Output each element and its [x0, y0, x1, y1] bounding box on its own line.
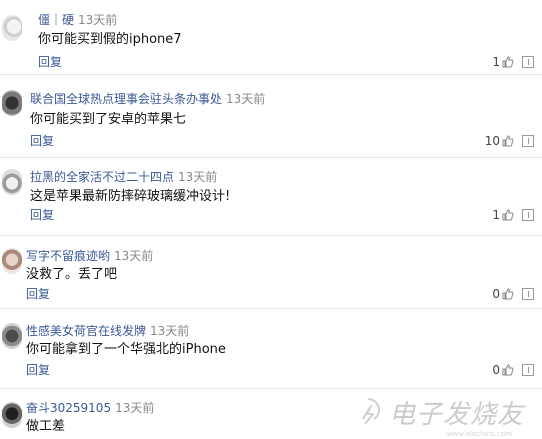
comment-text: 你可能拿到了一个华强北的iPhone: [26, 342, 226, 357]
avatar[interactable]: [2, 402, 22, 428]
comment-item: 拉黑的全家活不过二十四点 13天前 这是苹果最新防摔碎玻璃缓冲设计! 回复 1: [0, 157, 542, 236]
report-icon[interactable]: [522, 364, 534, 376]
like-button[interactable]: 1: [492, 207, 514, 223]
report-icon[interactable]: [522, 135, 534, 147]
reply-button[interactable]: 回复: [38, 54, 62, 70]
watermark-url: www.elecfans.com: [446, 430, 512, 438]
comment-text: 做工差: [26, 419, 66, 434]
like-count: 0: [492, 287, 500, 301]
comment-meta: 写字不留痕迹哟 13天前: [26, 248, 153, 264]
comment-text: 你可能买到了安卓的苹果七: [30, 112, 187, 127]
comment-text: 这是苹果最新防摔碎玻璃缓冲设计!: [30, 189, 231, 204]
comment-text: 没救了。丢了吧: [26, 267, 118, 282]
comment-item: 写字不留痕迹哟 13天前 没救了。丢了吧 回复 0: [0, 235, 542, 309]
comment-item: 性感美女荷官在线发牌 13天前 你可能拿到了一个华强北的iPhone 回复 0: [0, 308, 542, 389]
username[interactable]: 性感美女荷官在线发牌: [26, 324, 146, 338]
username[interactable]: 拉黑的全家活不过二十四点: [30, 170, 174, 184]
comment-meta: 联合国全球热点理事会驻头条办事处 13天前: [30, 91, 265, 107]
report-icon[interactable]: [522, 288, 534, 300]
like-count: 0: [492, 363, 500, 377]
like-count: 10: [484, 134, 500, 148]
comment-meta: 拉黑的全家活不过二十四点 13天前: [30, 169, 217, 185]
thumbs-up-icon: [502, 209, 514, 221]
username[interactable]: 写字不留痕迹哟: [26, 249, 110, 263]
reply-button[interactable]: 回复: [26, 362, 50, 378]
comment-meta: 奋斗30259105 13天前: [26, 400, 154, 416]
comment-item: 僵｜硬 13天前 你可能买到假的iphone7 回复 1: [0, 0, 542, 75]
timestamp: 13天前: [226, 92, 266, 106]
timestamp: 13天前: [150, 324, 190, 338]
report-icon[interactable]: [522, 56, 534, 68]
username[interactable]: 奋斗30259105: [26, 401, 111, 415]
username[interactable]: 僵｜硬: [38, 13, 74, 27]
reply-button[interactable]: 回复: [30, 133, 54, 149]
thumbs-up-icon: [502, 364, 514, 376]
avatar[interactable]: [2, 15, 22, 41]
like-button[interactable]: 0: [492, 286, 514, 302]
avatar[interactable]: [2, 90, 22, 116]
thumbs-up-icon: [502, 56, 514, 68]
thumbs-up-icon: [502, 135, 514, 147]
like-count: 1: [492, 55, 500, 69]
timestamp: 13天前: [115, 401, 155, 415]
comment-meta: 性感美女荷官在线发牌 13天前: [26, 323, 189, 339]
avatar[interactable]: [2, 323, 22, 349]
avatar[interactable]: [2, 248, 22, 274]
timestamp: 13天前: [114, 249, 154, 263]
timestamp: 13天前: [78, 13, 118, 27]
like-button[interactable]: 1: [492, 54, 514, 70]
username[interactable]: 联合国全球热点理事会驻头条办事处: [30, 92, 222, 106]
reply-button[interactable]: 回复: [30, 207, 54, 223]
avatar[interactable]: [2, 169, 22, 195]
timestamp: 13天前: [178, 170, 218, 184]
comment-meta: 僵｜硬 13天前: [38, 12, 117, 28]
like-button[interactable]: 10: [485, 133, 514, 149]
thumbs-up-icon: [502, 288, 514, 300]
report-icon[interactable]: [522, 209, 534, 221]
comment-item: 联合国全球热点理事会驻头条办事处 13天前 你可能买到了安卓的苹果七 回复 10: [0, 74, 542, 158]
reply-button[interactable]: 回复: [26, 286, 50, 302]
comment-text: 你可能买到假的iphone7: [38, 32, 182, 47]
like-button[interactable]: 0: [492, 362, 514, 378]
like-count: 1: [492, 208, 500, 222]
